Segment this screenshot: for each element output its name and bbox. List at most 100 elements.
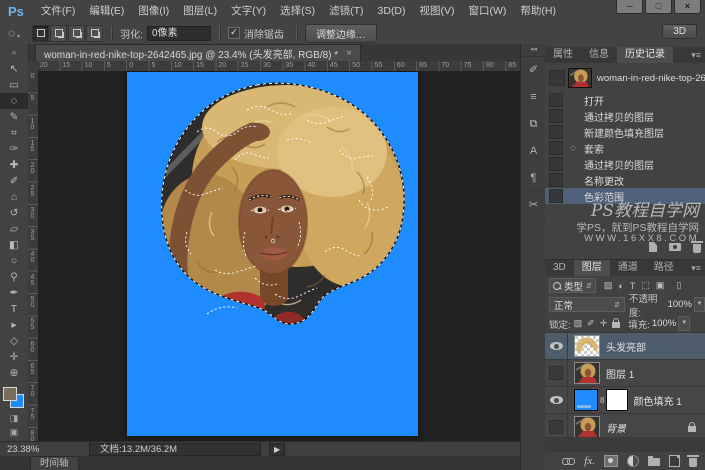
panel-menu-icon[interactable]: ▾≡ bbox=[691, 47, 705, 63]
close-button[interactable]: × bbox=[674, 0, 701, 14]
filter-shape-layers-icon[interactable]: ⬚ bbox=[641, 280, 650, 291]
hand-tool[interactable]: ✛ bbox=[0, 349, 28, 365]
foreground-color-swatch[interactable] bbox=[3, 387, 17, 401]
eraser-tool[interactable]: ▱ bbox=[0, 221, 28, 237]
visibility-toggle[interactable] bbox=[545, 387, 568, 413]
new-selection-button[interactable] bbox=[32, 24, 50, 42]
filter-toggle-icon[interactable]: ▯ bbox=[676, 280, 681, 291]
brush-tool[interactable]: ✐ bbox=[0, 173, 28, 189]
new-layer-icon[interactable] bbox=[669, 455, 680, 467]
visibility-toggle[interactable] bbox=[545, 360, 568, 386]
gradient-tool[interactable]: ◧ bbox=[0, 237, 28, 253]
delete-state-icon[interactable] bbox=[691, 241, 703, 253]
photo-layer-thumbnail[interactable] bbox=[574, 416, 600, 438]
menu-item-4[interactable]: 文字(Y) bbox=[224, 0, 273, 22]
history-state-4[interactable]: 通过拷贝的图层 bbox=[545, 156, 705, 172]
filter-adjustment-layers-icon[interactable]: ◐ bbox=[618, 281, 623, 291]
history-source-well[interactable] bbox=[549, 173, 563, 187]
adjustment-layer-icon[interactable] bbox=[627, 455, 639, 467]
layer-row-2[interactable]: 8 颜色填充 1 bbox=[545, 387, 705, 414]
tool-presets-icon[interactable]: ✂ bbox=[521, 192, 546, 219]
history-state-2[interactable]: 新建颜色填充图层 bbox=[545, 124, 705, 140]
tab-layers-3[interactable]: 路径 bbox=[646, 260, 682, 276]
delete-layer-icon[interactable] bbox=[687, 455, 699, 467]
quick-mask-button[interactable]: ◨ bbox=[0, 411, 28, 425]
opacity-dropdown-button[interactable]: ▼ bbox=[693, 297, 705, 312]
screen-mode-button[interactable]: ▣ bbox=[0, 425, 28, 439]
clone-source-icon[interactable]: ⧉ bbox=[521, 111, 546, 138]
new-snapshot-icon[interactable] bbox=[669, 243, 681, 251]
filter-smart-objects-icon[interactable]: ▣ bbox=[656, 280, 665, 291]
active-tool-dropdown[interactable]: ◌ ▾ bbox=[8, 26, 20, 40]
lock-position-icon[interactable]: ✛ bbox=[600, 318, 608, 329]
lock-transparency-icon[interactable]: ▨ bbox=[574, 318, 583, 329]
tab-history-0[interactable]: 属性 bbox=[545, 47, 581, 63]
menu-item-0[interactable]: 文件(F) bbox=[34, 0, 82, 22]
history-source-well[interactable] bbox=[549, 93, 563, 107]
history-source-well[interactable] bbox=[549, 141, 563, 155]
history-brush-tool[interactable]: ↺ bbox=[0, 205, 28, 221]
paragraph-panel-icon[interactable]: ¶ bbox=[521, 165, 546, 192]
history-state-6[interactable]: 色彩范围 bbox=[545, 188, 705, 204]
tab-layers-2[interactable]: 通道 bbox=[610, 260, 646, 276]
layer-row-0[interactable]: 头发亮部 bbox=[545, 333, 705, 360]
workspace-3d-button[interactable]: 3D bbox=[662, 24, 697, 39]
feather-input[interactable]: 0像素 bbox=[146, 25, 211, 41]
menu-item-5[interactable]: 选择(S) bbox=[273, 0, 322, 22]
photo-layer-thumbnail[interactable] bbox=[574, 362, 600, 384]
quick-selection-tool[interactable]: ✎ bbox=[0, 109, 28, 125]
toolbar-collapse-icon[interactable]: » bbox=[0, 44, 29, 61]
layer-style-icon[interactable]: fx. bbox=[584, 456, 595, 467]
menu-item-10[interactable]: 帮助(H) bbox=[513, 0, 563, 22]
tab-history-1[interactable]: 信息 bbox=[581, 47, 617, 63]
refine-edge-button[interactable]: 调整边缘… bbox=[304, 23, 377, 43]
history-snapshot-row[interactable]: woman-in-red-nike-top-264246... bbox=[545, 66, 705, 90]
filter-pixel-layers-icon[interactable]: ▨ bbox=[604, 280, 613, 291]
add-to-selection-button[interactable] bbox=[50, 24, 68, 42]
brush-presets-icon[interactable]: ✐ bbox=[521, 57, 546, 84]
history-state-0[interactable]: 打开 bbox=[545, 92, 705, 108]
lock-all-icon[interactable] bbox=[612, 318, 621, 328]
new-group-icon[interactable] bbox=[648, 456, 660, 466]
subtract-from-selection-button[interactable] bbox=[68, 24, 86, 42]
document-canvas[interactable] bbox=[127, 72, 418, 436]
type-tool[interactable]: T bbox=[0, 301, 28, 317]
zoom-level-field[interactable]: 23.38% bbox=[7, 444, 49, 455]
status-options-arrow[interactable]: ▶ bbox=[269, 443, 286, 456]
lasso-tool[interactable]: ◌ bbox=[0, 93, 28, 109]
fill-dropdown-button[interactable]: ▼ bbox=[678, 316, 691, 331]
history-source-well[interactable] bbox=[549, 189, 563, 203]
layer-filter-dropdown[interactable]: 类型 ⇵ bbox=[549, 278, 596, 293]
lock-pixels-icon[interactable]: ✐ bbox=[587, 318, 595, 329]
history-state-1[interactable]: 通过拷贝的图层 bbox=[545, 108, 705, 124]
marquee-tool[interactable]: ▭ bbox=[0, 77, 28, 93]
history-state-5[interactable]: 名称更改 bbox=[545, 172, 705, 188]
expand-panels-icon[interactable]: ◂◂ bbox=[521, 44, 546, 57]
healing-brush-tool[interactable]: ✚ bbox=[0, 157, 28, 173]
layer-mask-thumbnail[interactable] bbox=[606, 389, 629, 411]
blend-mode-dropdown[interactable]: 正常 ⇵ bbox=[549, 297, 625, 312]
menu-item-1[interactable]: 编辑(E) bbox=[82, 0, 131, 22]
history-state-3[interactable]: ◌ 套索 bbox=[545, 140, 705, 156]
menu-item-8[interactable]: 视图(V) bbox=[413, 0, 462, 22]
menu-item-7[interactable]: 3D(D) bbox=[371, 0, 413, 22]
tab-layers-1[interactable]: 图层 bbox=[573, 260, 610, 276]
new-document-from-state-icon[interactable] bbox=[649, 242, 657, 252]
character-panel-icon[interactable]: A bbox=[521, 138, 546, 165]
history-source-well[interactable] bbox=[549, 109, 563, 123]
adjustments-icon[interactable]: ≡ bbox=[521, 84, 546, 111]
menu-item-3[interactable]: 图层(L) bbox=[176, 0, 224, 22]
tab-close-icon[interactable]: × bbox=[346, 48, 352, 59]
timeline-tab[interactable]: 时间轴 bbox=[30, 456, 79, 470]
dodge-tool[interactable]: ⚲ bbox=[0, 269, 28, 285]
pen-tool[interactable]: ✒ bbox=[0, 285, 28, 301]
document-tab[interactable]: woman-in-red-nike-top-2642465.jpg @ 23.4… bbox=[35, 44, 362, 61]
link-layers-icon[interactable] bbox=[562, 457, 576, 465]
path-selection-tool[interactable]: ▸ bbox=[0, 317, 28, 333]
eyedropper-tool[interactable]: ✑ bbox=[0, 141, 28, 157]
clone-stamp-tool[interactable]: ⌂ bbox=[0, 189, 28, 205]
fill-layer-thumbnail[interactable] bbox=[574, 389, 598, 411]
antialias-checkbox[interactable]: ✓ bbox=[227, 27, 240, 39]
maximize-button[interactable]: □ bbox=[645, 0, 672, 14]
menu-item-2[interactable]: 图像(I) bbox=[131, 0, 176, 22]
